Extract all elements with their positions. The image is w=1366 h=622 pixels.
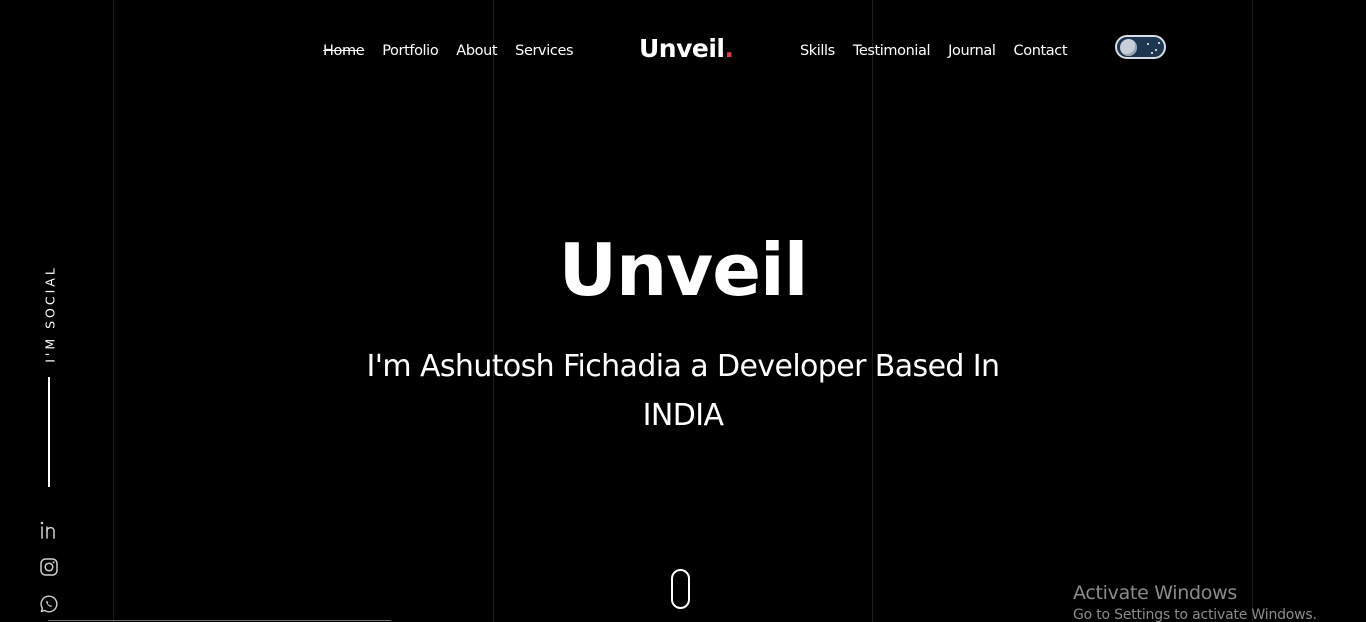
instagram-icon[interactable] — [38, 556, 60, 578]
watermark-subtitle: Go to Settings to activate Windows. — [1073, 607, 1317, 622]
nav-link-home[interactable]: Home — [323, 43, 365, 59]
mouse-scroll-icon[interactable] — [671, 569, 690, 609]
nav-link-portfolio[interactable]: Portfolio — [382, 43, 438, 59]
watermark-title: Activate Windows — [1073, 582, 1237, 604]
whatsapp-icon[interactable] — [38, 593, 60, 615]
logo-text: Unveil — [639, 34, 725, 63]
star-icon — [1151, 52, 1153, 54]
theme-toggle[interactable] — [1115, 35, 1166, 59]
page: Home Portfolio About Services Unveil. Sk… — [0, 0, 1366, 622]
moon-icon — [1120, 39, 1137, 56]
hero-title: Unveil — [558, 228, 809, 312]
star-icon — [1155, 49, 1157, 51]
nav-right: Skills Testimonial Journal Contact — [800, 40, 1085, 62]
nav-link-about[interactable]: About — [456, 43, 497, 59]
hero-subtitle: I'm Ashutosh Fichadia a Developer Based … — [366, 349, 1001, 433]
logo-dot: . — [724, 34, 735, 63]
social-label: I'M SOCIAL — [42, 265, 58, 363]
nav-link-journal[interactable]: Journal — [948, 43, 996, 59]
star-icon — [1158, 42, 1160, 44]
bottom-divider — [48, 620, 391, 621]
nav-link-testimonial[interactable]: Testimonial — [853, 43, 931, 59]
nav-link-contact[interactable]: Contact — [1014, 43, 1068, 59]
nav-link-skills[interactable]: Skills — [800, 43, 835, 59]
site-logo[interactable]: Unveil. — [639, 34, 734, 63]
nav-left: Home Portfolio About Services — [323, 40, 591, 62]
linkedin-icon[interactable] — [38, 519, 60, 541]
social-divider — [48, 377, 50, 487]
nav-link-services[interactable]: Services — [515, 43, 573, 59]
activate-windows-watermark: Activate Windows Go to Settings to activ… — [1073, 581, 1317, 622]
star-icon — [1147, 43, 1149, 45]
